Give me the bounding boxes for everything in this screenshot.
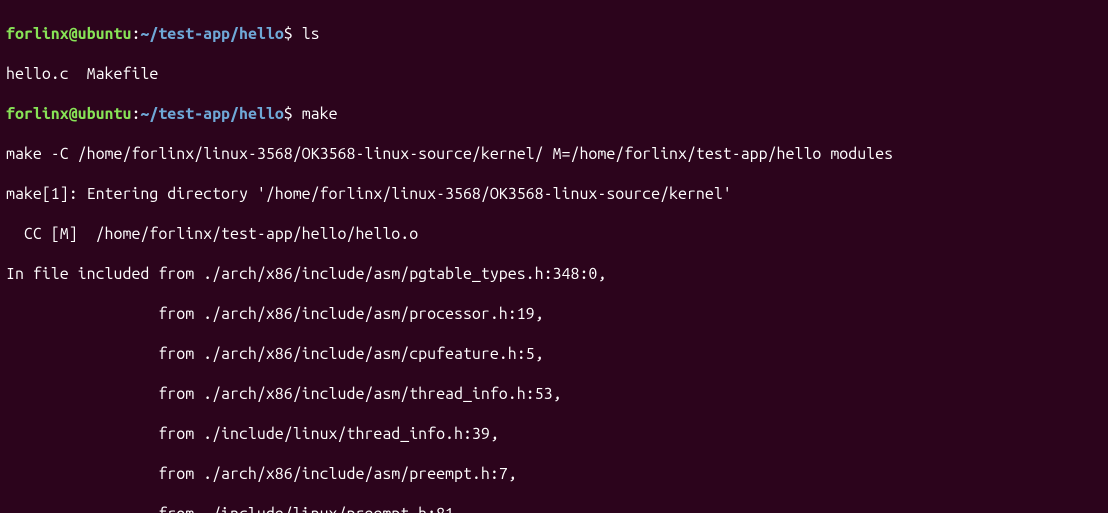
- make-output-line: from ./include/linux/thread_info.h:39,: [6, 424, 1102, 444]
- make-output-line: from ./include/linux/preempt.h:81,: [6, 504, 1102, 513]
- prompt-path: ~/test-app/hello: [140, 105, 283, 123]
- make-output-line: CC [M] /home/forlinx/test-app/hello/hell…: [6, 224, 1102, 244]
- make-output-line: from ./arch/x86/include/asm/preempt.h:7,: [6, 464, 1102, 484]
- prompt-dollar: $: [284, 105, 302, 123]
- make-output-line: make[1]: Entering directory '/home/forli…: [6, 184, 1102, 204]
- prompt-line: forlinx@ubuntu:~/test-app/hello$ make: [6, 104, 1102, 124]
- prompt-user: forlinx@ubuntu: [6, 25, 131, 43]
- ls-output: hello.c Makefile: [6, 64, 1102, 84]
- make-output-line: from ./arch/x86/include/asm/cpufeature.h…: [6, 344, 1102, 364]
- make-output-line: In file included from ./arch/x86/include…: [6, 264, 1102, 284]
- prompt-path: ~/test-app/hello: [140, 25, 283, 43]
- prompt-user: forlinx@ubuntu: [6, 105, 131, 123]
- make-output-line: from ./arch/x86/include/asm/thread_info.…: [6, 384, 1102, 404]
- terminal-output[interactable]: forlinx@ubuntu:~/test-app/hello$ ls hell…: [0, 0, 1108, 513]
- prompt-line: forlinx@ubuntu:~/test-app/hello$ ls: [6, 24, 1102, 44]
- prompt-dollar: $: [284, 25, 302, 43]
- make-output-line: make -C /home/forlinx/linux-3568/OK3568-…: [6, 144, 1102, 164]
- command-ls: ls: [302, 25, 320, 43]
- command-make: make: [302, 105, 338, 123]
- make-output-line: from ./arch/x86/include/asm/processor.h:…: [6, 304, 1102, 324]
